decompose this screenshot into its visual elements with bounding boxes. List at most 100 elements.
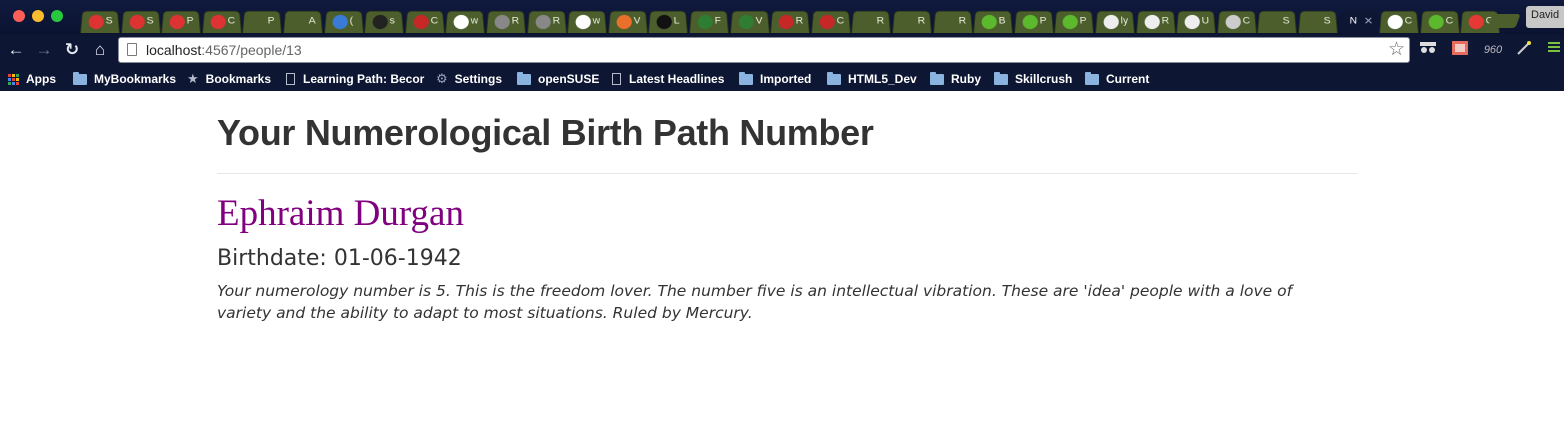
tree-icon bbox=[494, 14, 510, 30]
url-text[interactable]: localhost:4567/people/13 bbox=[146, 42, 302, 58]
menu-icon[interactable] bbox=[1544, 40, 1564, 60]
tree-icon bbox=[534, 14, 551, 30]
bookmark-star-icon[interactable]: ☆ bbox=[1388, 38, 1405, 61]
close-window-button[interactable] bbox=[13, 10, 25, 22]
tab[interactable]: w bbox=[567, 10, 608, 33]
tab[interactable]: S bbox=[1257, 10, 1298, 33]
black-g-icon bbox=[656, 14, 673, 30]
bookmark-item[interactable]: HTML5_Dev bbox=[827, 71, 917, 87]
green-u-icon bbox=[1022, 14, 1038, 30]
tab[interactable]: C bbox=[201, 10, 242, 33]
tab[interactable]: C bbox=[1379, 10, 1420, 33]
bookmark-item[interactable]: Latest Headlines bbox=[612, 71, 724, 87]
address-bar[interactable]: localhost:4567/people/13 ☆ bbox=[118, 37, 1410, 63]
profile-button[interactable]: David bbox=[1526, 6, 1564, 28]
bookmark-item[interactable]: Learning Path: Becor bbox=[286, 71, 424, 87]
tab[interactable]: U bbox=[1176, 10, 1217, 33]
red-circle-icon bbox=[128, 14, 145, 30]
page-icon bbox=[286, 73, 295, 85]
home-icon[interactable]: ⌂ bbox=[89, 39, 111, 61]
zoom-window-button[interactable] bbox=[51, 10, 63, 22]
tab[interactable]: R bbox=[770, 10, 811, 33]
tab-title: F bbox=[714, 15, 722, 27]
reload-icon[interactable]: ↻ bbox=[61, 39, 83, 61]
tab-title: R bbox=[876, 15, 885, 27]
tab[interactable]: L bbox=[648, 10, 689, 33]
tab[interactable]: ly bbox=[1095, 10, 1135, 33]
wand-icon[interactable] bbox=[1514, 40, 1534, 60]
tab[interactable]: S bbox=[1298, 10, 1338, 33]
tab[interactable]: S bbox=[120, 10, 161, 33]
red-box-icon bbox=[413, 14, 429, 30]
tab-title: C bbox=[836, 15, 845, 27]
folder-icon bbox=[930, 71, 944, 85]
bookmark-item[interactable]: MyBookmarks bbox=[73, 71, 176, 87]
bookmark-item[interactable]: Apps bbox=[8, 71, 56, 87]
tab[interactable]: R bbox=[526, 10, 567, 33]
tab[interactable]: P bbox=[161, 10, 202, 33]
tab-title: P bbox=[1039, 15, 1047, 27]
tab[interactable]: F bbox=[689, 10, 729, 33]
numerology-reading: Your numerology number is 5. This is the… bbox=[217, 282, 1293, 322]
tab-strip: SSPCPA(sCwRRwVLFVRCRRRBPPlyRUCSSN✕CCG Da… bbox=[0, 0, 1564, 34]
tab[interactable]: R bbox=[932, 10, 973, 33]
bookmark-label: Bookmarks bbox=[205, 72, 272, 86]
url-path: :4567/people/13 bbox=[201, 42, 302, 58]
tab-title: N bbox=[1348, 15, 1357, 27]
tab-title: C bbox=[227, 15, 236, 27]
tab-title: C bbox=[1242, 15, 1251, 27]
bookmark-item[interactable]: openSUSE bbox=[517, 71, 599, 87]
tab[interactable]: P bbox=[1013, 10, 1054, 33]
page-content: Your Numerological Birth Path Number Eph… bbox=[217, 91, 1357, 324]
green-u-icon bbox=[1062, 14, 1079, 30]
tab-active[interactable]: N ✕ bbox=[1338, 10, 1379, 33]
bookmark-item[interactable]: Skillcrush bbox=[994, 71, 1072, 87]
tab[interactable]: R bbox=[486, 10, 526, 33]
bookmark-item[interactable]: ⚙ Settings bbox=[436, 71, 502, 87]
tab[interactable]: C bbox=[404, 10, 445, 33]
tab[interactable]: S bbox=[80, 10, 120, 33]
tab[interactable]: V bbox=[607, 10, 648, 33]
tab-title: B bbox=[998, 15, 1007, 27]
tab[interactable]: V bbox=[729, 10, 770, 33]
panda-icon bbox=[1103, 14, 1119, 30]
tab-title: R bbox=[795, 15, 804, 27]
minimize-window-button[interactable] bbox=[32, 10, 44, 22]
bookmark-item[interactable]: Ruby bbox=[930, 71, 981, 87]
folder-icon bbox=[994, 71, 1008, 85]
tab[interactable]: C bbox=[1216, 10, 1257, 33]
tab[interactable]: A bbox=[283, 10, 323, 33]
tab[interactable]: R bbox=[892, 10, 932, 33]
tab[interactable]: ( bbox=[323, 10, 364, 33]
back-icon[interactable]: ← bbox=[5, 39, 27, 61]
tab[interactable]: w bbox=[445, 10, 486, 33]
bookmark-item[interactable]: Current bbox=[1085, 71, 1149, 87]
page-icon bbox=[127, 43, 137, 56]
bookmarks-bar: Apps MyBookmarks ★ Bookmarks Learning Path: … bbox=[0, 66, 1564, 91]
spy-icon[interactable] bbox=[1418, 40, 1438, 60]
tab[interactable]: C bbox=[1419, 10, 1460, 33]
tab[interactable]: s bbox=[364, 10, 405, 33]
folder-icon bbox=[827, 71, 841, 85]
960-icon[interactable]: 960 bbox=[1480, 40, 1506, 60]
tab[interactable]: P bbox=[1054, 10, 1095, 33]
tab[interactable]: R bbox=[1135, 10, 1176, 33]
red-circle-icon bbox=[88, 14, 104, 30]
close-tab-icon[interactable]: ✕ bbox=[1363, 15, 1373, 27]
tab-title: P bbox=[1079, 15, 1088, 27]
title-divider bbox=[217, 173, 1357, 174]
tab[interactable]: P bbox=[242, 10, 283, 33]
bookmark-label: HTML5_Dev bbox=[848, 72, 917, 86]
bookmark-item[interactable]: ★ Bookmarks bbox=[187, 71, 271, 87]
tab-title: V bbox=[633, 15, 641, 27]
tab[interactable]: R bbox=[851, 10, 892, 33]
panda-icon bbox=[1184, 14, 1201, 30]
tab[interactable]: C bbox=[810, 10, 851, 33]
new-tab-button[interactable] bbox=[1487, 14, 1521, 28]
tab-title: R bbox=[958, 15, 967, 27]
bookmark-item[interactable]: Imported bbox=[739, 71, 811, 87]
film-icon[interactable] bbox=[1450, 40, 1470, 60]
tab[interactable]: B bbox=[973, 10, 1014, 33]
forward-icon[interactable]: → bbox=[33, 39, 55, 61]
tab-title: S bbox=[1282, 15, 1291, 27]
